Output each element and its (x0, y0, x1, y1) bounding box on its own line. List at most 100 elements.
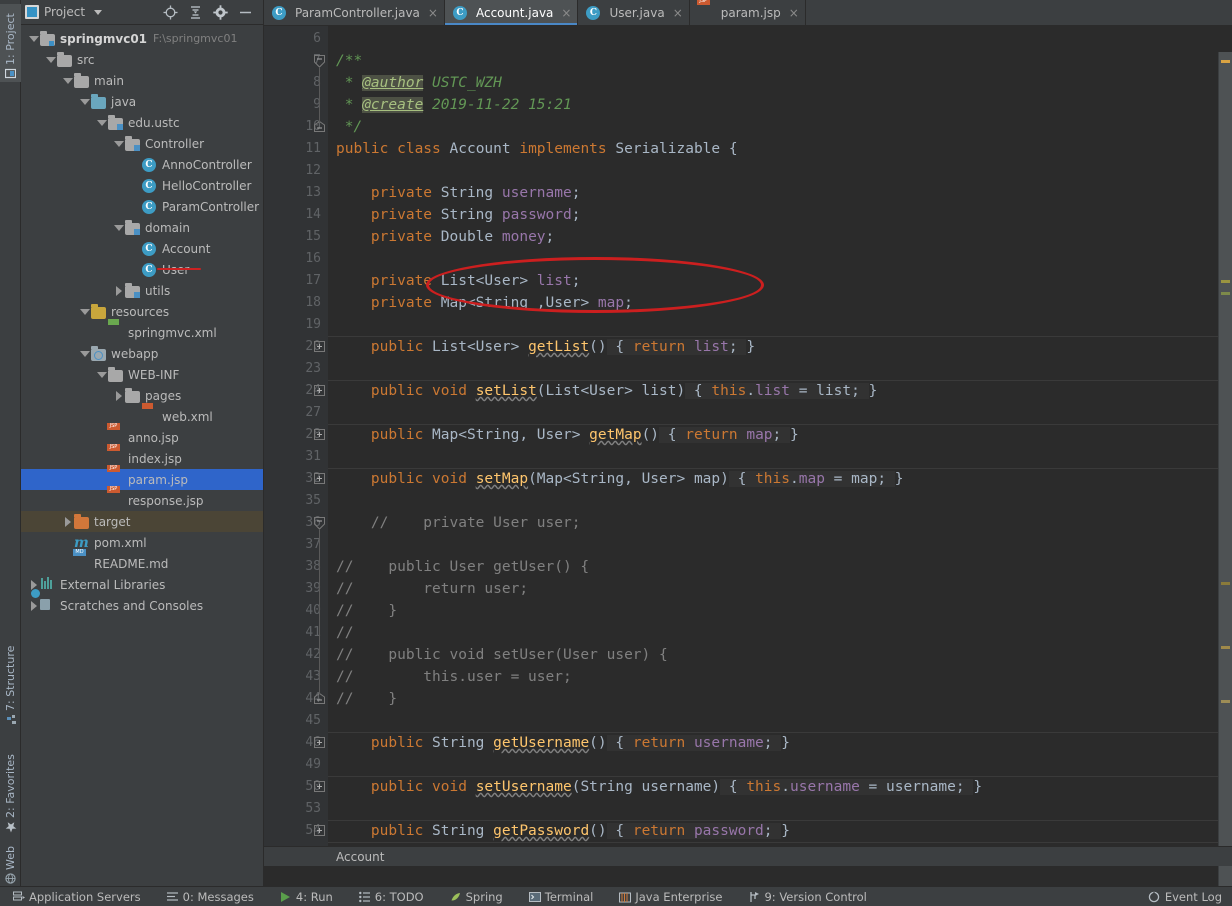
status-bar-6-todo[interactable]: 6: TODO (346, 890, 437, 904)
tree-node-java[interactable]: java (21, 91, 263, 112)
rail-item-project[interactable]: 1: Project (0, 4, 21, 82)
code-line[interactable] (328, 490, 1232, 512)
fold-marker[interactable] (314, 473, 325, 484)
tree-node-springmvc01[interactable]: springmvc01 F:\springmvc01 (21, 28, 263, 49)
tree-expander-closed[interactable] (61, 515, 74, 528)
warning-marker[interactable] (1221, 646, 1230, 649)
code-line[interactable] (328, 402, 1232, 424)
project-tree[interactable]: springmvc01 F:\springmvc01 src main java edu.… (21, 25, 263, 885)
rail-item-web[interactable]: Web (0, 845, 21, 887)
warning-marker[interactable] (1221, 582, 1230, 585)
code-line[interactable]: private Double money; (328, 226, 1232, 248)
code-line[interactable]: public void setUsername(String username)… (328, 776, 1232, 798)
tree-expander[interactable] (61, 557, 74, 570)
fold-marker[interactable] (314, 692, 325, 704)
editor-tab-account-java[interactable]: C Account.java × (444, 0, 579, 25)
code-content[interactable]: /** * @author USTC_WZH * @create 2019-11… (328, 26, 1232, 866)
settings-gear-icon[interactable] (213, 4, 228, 20)
code-line[interactable]: // } (328, 688, 1232, 710)
code-line[interactable] (328, 710, 1232, 732)
tree-expander[interactable] (129, 242, 142, 255)
code-line[interactable]: private String password; (328, 204, 1232, 226)
tree-expander[interactable] (129, 200, 142, 213)
tree-node-scratches-and-consoles[interactable]: Scratches and Consoles (21, 595, 263, 616)
tree-expander-open[interactable] (44, 53, 57, 66)
editor-tab-user-java[interactable]: C User.java × (578, 0, 690, 25)
tree-expander[interactable] (129, 158, 142, 171)
close-icon[interactable]: × (428, 6, 438, 20)
warning-marker[interactable] (1221, 700, 1230, 703)
tree-expander[interactable] (129, 263, 142, 276)
tree-expander[interactable] (95, 431, 108, 444)
hide-icon[interactable] (238, 5, 253, 20)
rail-item-structure[interactable]: 7: Structure (0, 636, 21, 728)
code-line[interactable]: // private User user; (328, 512, 1232, 534)
tree-node-hellocontroller[interactable]: C HelloController (21, 175, 263, 196)
fold-marker[interactable] (314, 517, 325, 530)
code-line[interactable]: public Map<String, User> getMap() { retu… (328, 424, 1232, 446)
tree-node-domain[interactable]: domain (21, 217, 263, 238)
tree-expander[interactable] (129, 179, 142, 192)
code-line[interactable]: // } (328, 600, 1232, 622)
code-editor[interactable]: 6 7 8 9 10 11 12 13 14 15 16 17 18 19 20 23 24 27 28 31 32 35… (264, 26, 1232, 892)
code-line[interactable]: public List<User> getList() { return lis… (328, 336, 1232, 358)
code-line[interactable] (328, 358, 1232, 380)
close-icon[interactable]: × (561, 6, 571, 20)
editor-scrollbar-thumb[interactable] (1219, 52, 1232, 892)
code-line[interactable]: // public User getUser() { (328, 556, 1232, 578)
code-line[interactable]: public String getUsername() { return use… (328, 732, 1232, 754)
marker-gutter[interactable] (1218, 52, 1232, 892)
status-bar-0-messages[interactable]: 0: Messages (154, 890, 267, 904)
close-icon[interactable]: × (789, 6, 799, 20)
chevron-down-icon[interactable] (94, 9, 103, 15)
tree-node-springmvc-xml[interactable]: springmvc.xml (21, 322, 263, 343)
code-line[interactable]: // return user; (328, 578, 1232, 600)
tree-node-web-xml[interactable]: web.xml (21, 406, 263, 427)
fold-markers[interactable] (314, 28, 328, 868)
tree-expander-open[interactable] (61, 74, 74, 87)
tree-expander-open[interactable] (112, 137, 125, 150)
fold-marker[interactable] (314, 120, 325, 132)
code-line[interactable]: public void setMap(Map<String, User> map… (328, 468, 1232, 490)
tree-expander-open[interactable] (78, 347, 91, 360)
code-line[interactable]: */ (328, 116, 1232, 138)
fold-marker[interactable] (314, 737, 325, 748)
status-bar-9-version-control[interactable]: 9: Version Control (735, 890, 879, 904)
tree-node-user[interactable]: CUser (21, 259, 263, 280)
tree-node-index-jsp[interactable]: index.jsp (21, 448, 263, 469)
tree-node-resources[interactable]: resources (21, 301, 263, 322)
line-number-gutter[interactable]: 6 7 8 9 10 11 12 13 14 15 16 17 18 19 20 23 24 27 28 31 32 35… (264, 26, 328, 866)
collapse-all-icon[interactable] (188, 5, 203, 20)
tree-node-utils[interactable]: utils (21, 280, 263, 301)
tree-node-edu-ustc[interactable]: edu.ustc (21, 112, 263, 133)
project-title-button[interactable]: Project (25, 5, 103, 19)
code-line[interactable]: /** (328, 50, 1232, 72)
tree-expander-closed[interactable] (112, 389, 125, 402)
tree-node-paramcontroller[interactable]: C ParamController (21, 196, 263, 217)
tree-node-controller[interactable]: Controller (21, 133, 263, 154)
fold-marker[interactable] (314, 55, 325, 68)
fold-marker[interactable] (314, 385, 325, 396)
code-line[interactable] (328, 534, 1232, 556)
tree-expander-open[interactable] (78, 95, 91, 108)
code-line[interactable]: // (328, 622, 1232, 644)
tree-node-target[interactable]: target (21, 511, 263, 532)
tree-node-web-inf[interactable]: WEB-INF (21, 364, 263, 385)
tree-expander-closed[interactable] (27, 599, 40, 612)
tree-node-param-jsp[interactable]: param.jsp (21, 469, 263, 490)
tree-expander-closed[interactable] (112, 284, 125, 297)
tree-node-webapp[interactable]: webapp (21, 343, 263, 364)
code-line[interactable]: * @create 2019-11-22 15:21 (328, 94, 1232, 116)
fold-marker[interactable] (314, 781, 325, 792)
tree-node-anno-jsp[interactable]: anno.jsp (21, 427, 263, 448)
code-line[interactable]: // this.user = user; (328, 666, 1232, 688)
code-line[interactable] (328, 28, 1232, 50)
fold-marker[interactable] (314, 341, 325, 352)
rail-item-favorites[interactable]: 2: Favorites (0, 740, 21, 836)
code-line[interactable] (328, 160, 1232, 182)
tree-expander-open[interactable] (95, 368, 108, 381)
code-line[interactable] (328, 248, 1232, 270)
status-bar-terminal[interactable]: Terminal (516, 890, 607, 904)
code-line[interactable] (328, 446, 1232, 468)
tree-expander-open[interactable] (95, 116, 108, 129)
